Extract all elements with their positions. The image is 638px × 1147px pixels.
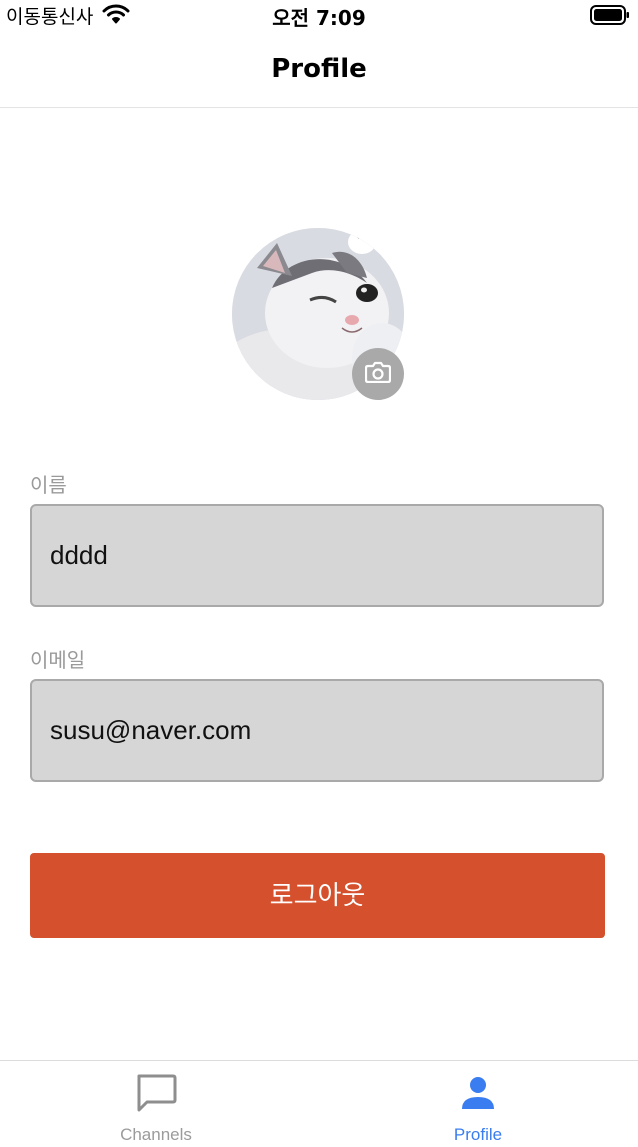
page-title: Profile (271, 54, 367, 84)
name-field[interactable] (30, 504, 604, 607)
email-field[interactable] (30, 679, 604, 782)
change-photo-button[interactable] (352, 348, 404, 400)
navigation-header: Profile (0, 30, 638, 108)
email-label: 이메일 (30, 648, 86, 672)
tab-profile[interactable]: Profile (398, 1061, 558, 1147)
chat-bubble-icon (76, 1073, 236, 1117)
status-bar: 이동통신사 오전 7:09 (0, 0, 638, 30)
tab-channels[interactable]: Channels (76, 1061, 236, 1147)
tab-bar: Channels Profile (0, 1060, 638, 1147)
profile-photo-area (232, 228, 404, 400)
person-icon (398, 1073, 558, 1117)
tab-profile-label: Profile (453, 1125, 503, 1144)
logout-button[interactable]: 로그아웃 (30, 853, 605, 938)
tab-channels-label: Channels (120, 1125, 192, 1144)
name-label: 이름 (30, 473, 67, 497)
battery-icon (590, 5, 630, 29)
status-time: 오전 7:09 (272, 6, 366, 30)
camera-icon (364, 361, 392, 387)
